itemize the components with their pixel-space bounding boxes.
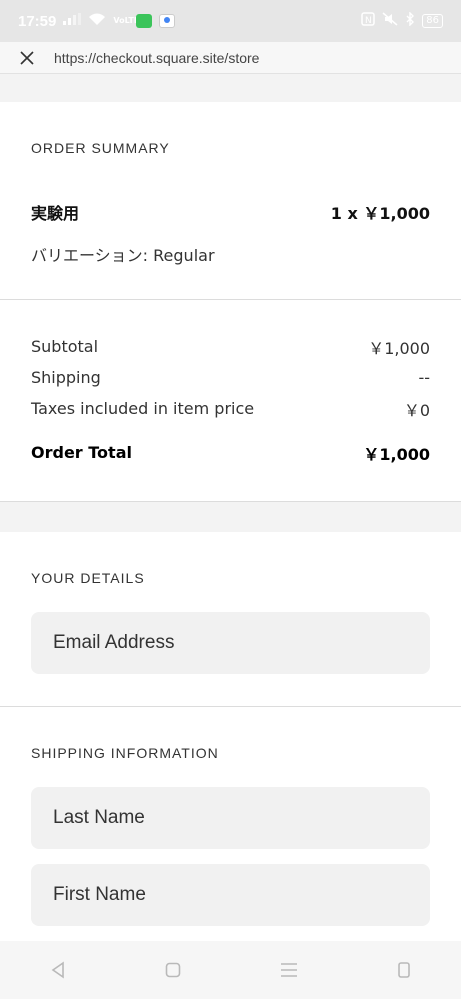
rotate-icon[interactable] [396, 960, 412, 980]
nfc-icon: N [361, 12, 376, 30]
your-details-section: YOUR DETAILS Email Address [0, 532, 461, 706]
order-summary-section: ORDER SUMMARY 実験用 1 x ￥1,000 バリエーション: Re… [0, 102, 461, 299]
spacer [0, 502, 461, 532]
order-summary-title: ORDER SUMMARY [31, 140, 170, 156]
order-total-label: Order Total [31, 443, 132, 462]
close-icon[interactable] [0, 50, 54, 66]
last-name-field[interactable]: Last Name [31, 787, 430, 849]
totals-section: Subtotal ￥1,000 Shipping -- Taxes includ… [0, 300, 461, 501]
home-icon[interactable] [165, 962, 181, 978]
back-icon[interactable] [49, 961, 67, 979]
wifi-icon [88, 13, 106, 30]
menu-icon[interactable] [280, 962, 298, 978]
status-bar: 17:59 VoLTE N 86 [0, 0, 461, 42]
order-total-value: ￥1,000 [363, 444, 430, 464]
order-total-row: Order Total ￥1,000 [31, 437, 430, 468]
browser-url-bar: https://checkout.square.site/store [0, 42, 461, 74]
email-field[interactable]: Email Address [31, 612, 430, 674]
item-name: 実験用 [31, 204, 80, 223]
mute-icon [382, 12, 398, 30]
your-details-title: YOUR DETAILS [31, 570, 145, 586]
subtotal-row: Subtotal ￥1,000 [31, 331, 430, 362]
shipping-information-title: SHIPPING INFORMATION [31, 745, 219, 761]
shipping-row: Shipping -- [31, 362, 430, 393]
svg-text:N: N [365, 16, 372, 26]
status-time: 17:59 [18, 12, 57, 30]
spacer [0, 74, 461, 102]
system-nav-bar [0, 941, 461, 999]
order-item: 実験用 1 x ￥1,000 [31, 200, 430, 224]
page-url[interactable]: https://checkout.square.site/store [54, 50, 259, 66]
line-app-icon [136, 14, 153, 28]
first-name-field[interactable]: First Name [31, 864, 430, 926]
volte-icon: VoLTE [113, 16, 140, 25]
maps-app-icon [159, 14, 176, 28]
item-qty-price: 1 x ￥1,000 [330, 204, 430, 223]
tax-label: Taxes included in item price [31, 399, 255, 418]
signal-icon [63, 13, 82, 29]
shipping-value: -- [418, 368, 430, 387]
tax-row: Taxes included in item price ￥0 [31, 393, 430, 424]
tax-value: ￥0 [403, 400, 430, 420]
subtotal-label: Subtotal [31, 337, 99, 356]
bluetooth-icon [405, 11, 415, 30]
item-variation: バリエーション: Regular [31, 246, 215, 265]
battery-icon: 86 [422, 14, 443, 28]
shipping-label: Shipping [31, 368, 101, 387]
subtotal-value: ￥1,000 [368, 338, 430, 358]
